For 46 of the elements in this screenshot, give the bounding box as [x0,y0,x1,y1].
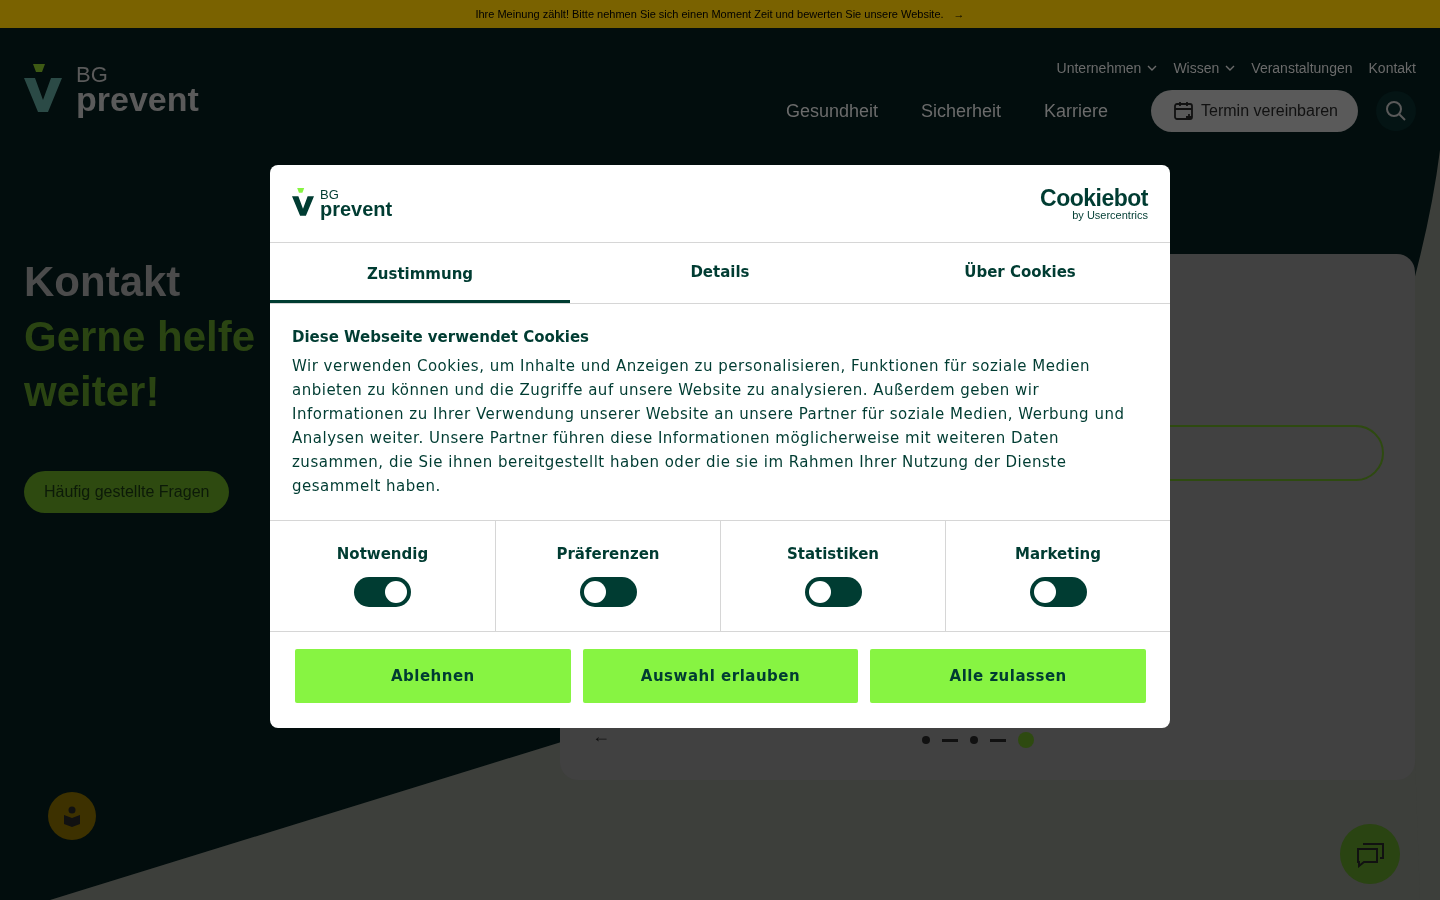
appointment-button[interactable]: Termin vereinbaren [1151,90,1358,132]
dialog-heading: Diese Webseite verwendet Cookies [292,328,591,346]
toggle-label: Marketing [1015,545,1101,563]
dialog-text: Wir verwenden Cookies, um Inhalte und Anzeigen zu personalisieren, Funktionen für soziale Medien anbieten zu können und die Zugriffe auf unsere Website zu analysieren. Außerdem geben wir Informationen zu Ihrer Verwendung unserer Website an unsere Partner für soziale Medien, Werbung und Analysen weiter. Unsere Partner führen diese Informationen möglicherweise mit weiteren Daten zusammen, die Sie ihnen bereitgestellt haben oder die sie im Rahmen Ihrer Nutzung der Dienste gesammelt haben. [292,356,1126,497]
consent-button[interactable]: Auswahl erlauben [582,649,859,703]
brand-name: Cookiebot [1040,186,1148,210]
carousel-indicator[interactable] [942,738,958,742]
toggle-label: Präferenzen [556,545,660,563]
search-icon [1385,100,1407,122]
banner-text[interactable]: Ihre Meinung zählt! Bitte nehmen Sie sich einen Moment Zeit und bewerten Sie unsere Website. [475,8,944,20]
accessibility-button[interactable] [48,792,96,840]
carousel-indicator[interactable] [922,736,930,744]
nav-link[interactable]: Sicherheit [920,100,1001,122]
carousel-indicator[interactable] [970,736,978,744]
toggle-label: Statistiken [786,545,880,563]
toggle-switch[interactable] [579,577,637,607]
tab[interactable]: Zustimmung [270,243,570,303]
nav-link[interactable]: Veranstaltungen [1251,60,1353,76]
tab[interactable]: Details [570,243,870,303]
arrow-icon[interactable]: → [953,8,965,20]
nav-link[interactable]: Karriere [1044,100,1109,122]
carousel-indicator[interactable] [1018,732,1034,748]
calendar-icon [1173,100,1196,122]
nav-link[interactable]: Wissen [1173,60,1236,76]
toggle-switch[interactable] [804,577,862,607]
toggle-switch[interactable] [354,577,411,607]
toggle-switch[interactable] [1029,577,1087,607]
nav-link[interactable]: Unternehmen [1056,60,1158,76]
reader-icon [62,805,82,827]
brand-byline: by Usercentrics [1072,209,1148,221]
carousel-indicator[interactable] [990,738,1006,742]
tab[interactable]: Über Cookies [870,243,1170,303]
chevron-down-icon [1225,65,1236,71]
chevron-down-icon [1147,65,1158,71]
toggle-label: Notwendig [336,545,429,563]
hero-title: Kontakt [24,257,182,307]
nav-link[interactable]: Kontakt [1368,60,1416,76]
nav-link[interactable]: Gesundheit [785,100,878,122]
consent-button[interactable]: Alle zulassen [870,649,1146,703]
logo-icon [24,64,62,114]
logo-icon [292,188,314,217]
search-button[interactable] [1376,91,1416,131]
logo-text: prevent [320,199,393,219]
consent-button[interactable]: Ablehnen [295,649,571,703]
logo-text: BG [320,188,340,201]
chat-icon [1355,840,1385,868]
